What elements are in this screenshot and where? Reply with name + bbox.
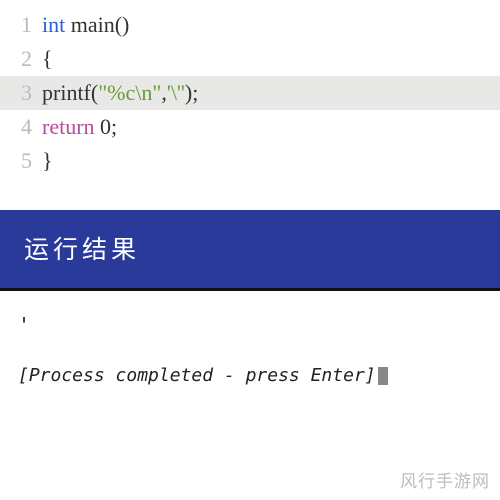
line-number: 3 bbox=[10, 76, 32, 110]
code-line: 2 { bbox=[0, 42, 500, 76]
console-output: ' [Process completed - press Enter] bbox=[0, 291, 500, 386]
code-line: 4 return 0; bbox=[0, 110, 500, 144]
code-editor: 1 int main() 2 { 3 printf("%c\n",'\''); … bbox=[0, 0, 500, 182]
code-content: printf("%c\n",'\''); bbox=[42, 76, 198, 110]
run-result-header: 运行结果 bbox=[0, 210, 500, 291]
line-number: 4 bbox=[10, 110, 32, 144]
watermark-text: 风行手游网 bbox=[400, 467, 490, 492]
code-content: } bbox=[42, 144, 53, 178]
line-number: 2 bbox=[10, 42, 32, 76]
output-line: ' bbox=[18, 313, 482, 337]
code-line-active: 3 printf("%c\n",'\''); bbox=[0, 76, 500, 110]
code-line: 1 int main() bbox=[0, 8, 500, 42]
output-line: [Process completed - press Enter] bbox=[18, 365, 482, 386]
code-line: 5 } bbox=[0, 144, 500, 178]
line-number: 1 bbox=[10, 8, 32, 42]
code-content: { bbox=[42, 42, 53, 76]
code-content: int main() bbox=[42, 8, 129, 42]
line-number: 5 bbox=[10, 144, 32, 178]
process-completed-text: [Process completed - press Enter] bbox=[18, 365, 376, 386]
cursor-icon bbox=[378, 367, 388, 385]
code-content: return 0; bbox=[42, 110, 117, 144]
